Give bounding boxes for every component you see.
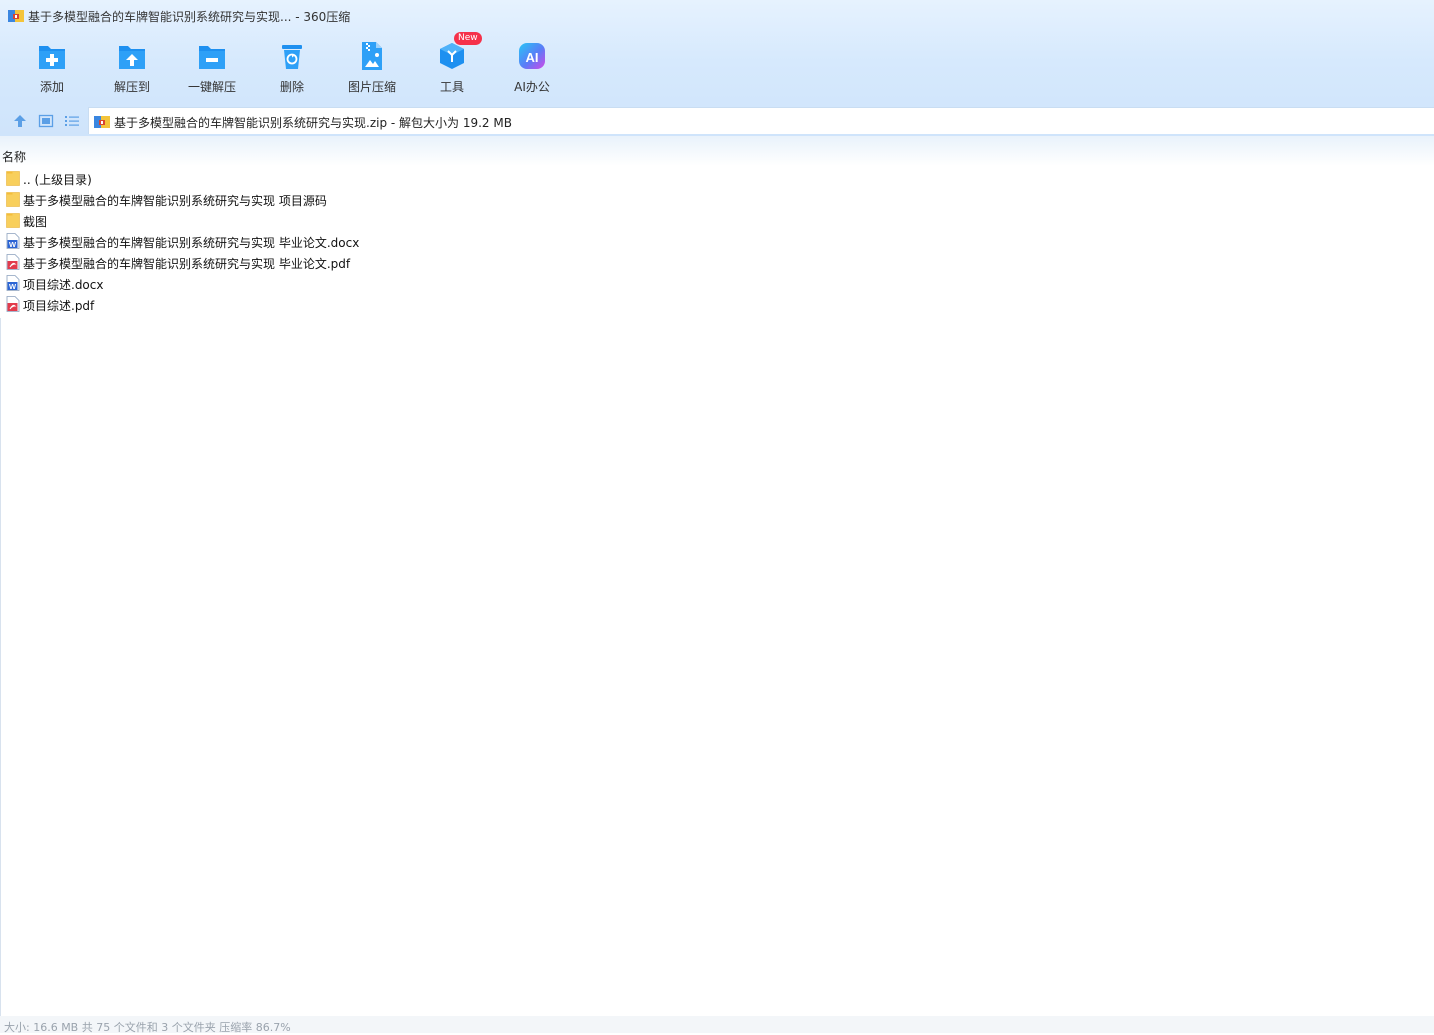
image-compress-button[interactable]: 图片压缩 [332,36,412,100]
file-list: .. (上级目录) 基于多模型融合的车牌智能识别系统研究与实现 项目源码 截图 … [0,168,1434,315]
list-item-folder[interactable]: 截图 [0,210,1434,231]
one-click-extract-icon [199,46,225,69]
list-item-file[interactable]: W 基于多模型融合的车牌智能识别系统研究与实现 毕业论文.docx [0,231,1434,252]
extract-to-label: 解压到 [113,80,150,94]
path-field[interactable]: 基于多模型融合的车牌智能识别系统研究与实现.zip - 解包大小为 19.2 M… [88,107,1434,134]
list-item-file[interactable]: 项目综述.pdf [0,294,1434,315]
title-bar: 基于多模型融合的车牌智能识别系统研究与实现... - 360压缩 [0,0,1434,32]
folder-icon [6,192,20,207]
svg-text:AI: AI [526,50,539,65]
list-item-name: 项目综述.pdf [23,299,95,313]
one-click-extract-button[interactable]: 一键解压 [172,36,252,100]
add-button[interactable]: 添加 [12,36,92,100]
list-item-name: 截图 [23,215,48,229]
new-badge: New [454,32,482,45]
ai-office-button[interactable]: AI AI办公 [492,36,572,100]
list-item-file[interactable]: 基于多模型融合的车牌智能识别系统研究与实现 毕业论文.pdf [0,252,1434,273]
one-click-extract-label: 一键解压 [187,80,236,94]
tools-label: 工具 [439,80,464,94]
extract-to-folder-icon [119,46,145,69]
address-bar: 基于多模型融合的车牌智能识别系统研究与实现.zip - 解包大小为 19.2 M… [0,106,1434,136]
list-item-name: .. (上级目录) [23,173,92,187]
list-item-name: 项目综述.docx [23,278,104,292]
folder-icon [6,171,20,186]
path-text: 基于多模型融合的车牌智能识别系统研究与实现.zip - 解包大小为 19.2 M… [114,116,512,130]
folder-icon [6,213,20,228]
status-bar: 大小: 16.6 MB 共 75 个文件和 3 个文件夹 压缩率 86.7% [0,1016,1434,1034]
add-label: 添加 [39,80,64,94]
list-item-folder[interactable]: 基于多模型融合的车牌智能识别系统研究与实现 项目源码 [0,189,1434,210]
up-arrow-icon[interactable] [12,113,28,129]
extract-to-button[interactable]: 解压到 [92,36,172,100]
archive-360-icon [94,116,110,128]
image-compress-label: 图片压缩 [347,80,396,94]
window-title: 基于多模型融合的车牌智能识别系统研究与实现... - 360压缩 [28,10,351,24]
toolbar: 添加 解压到 一键解压 删除 图片压缩 New 工具 AI AI办公 [12,32,572,102]
svg-text:W: W [9,282,17,291]
ai-office-label: AI办公 [514,80,550,94]
pdf-icon [6,254,20,270]
list-left-border [0,318,1,1016]
svg-text:W: W [9,240,17,249]
list-view-icon[interactable] [64,113,80,129]
list-item-name: 基于多模型融合的车牌智能识别系统研究与实现 毕业论文.docx [23,236,360,250]
delete-button[interactable]: 删除 [252,36,332,100]
tools-button[interactable]: New 工具 [412,32,492,100]
pdf-icon [6,296,20,312]
add-folder-icon [39,46,65,69]
list-item-name: 基于多模型融合的车牌智能识别系统研究与实现 毕业论文.pdf [23,257,351,271]
list-item-file[interactable]: W 项目综述.docx [0,273,1434,294]
delete-label: 删除 [279,80,304,94]
archive-360-icon [8,10,24,22]
recycle-bin-icon [282,45,302,69]
column-header-name[interactable]: 名称 [2,148,26,165]
word-doc-icon: W [6,233,20,249]
list-item-parent-dir[interactable]: .. (上级目录) [0,168,1434,189]
word-doc-icon: W [6,275,20,291]
list-header-band [0,136,1434,166]
image-zip-icon [362,42,382,70]
thumbnail-view-icon[interactable] [38,113,54,129]
list-item-name: 基于多模型融合的车牌智能识别系统研究与实现 项目源码 [23,194,327,208]
ai-office-icon: AI [519,43,545,69]
